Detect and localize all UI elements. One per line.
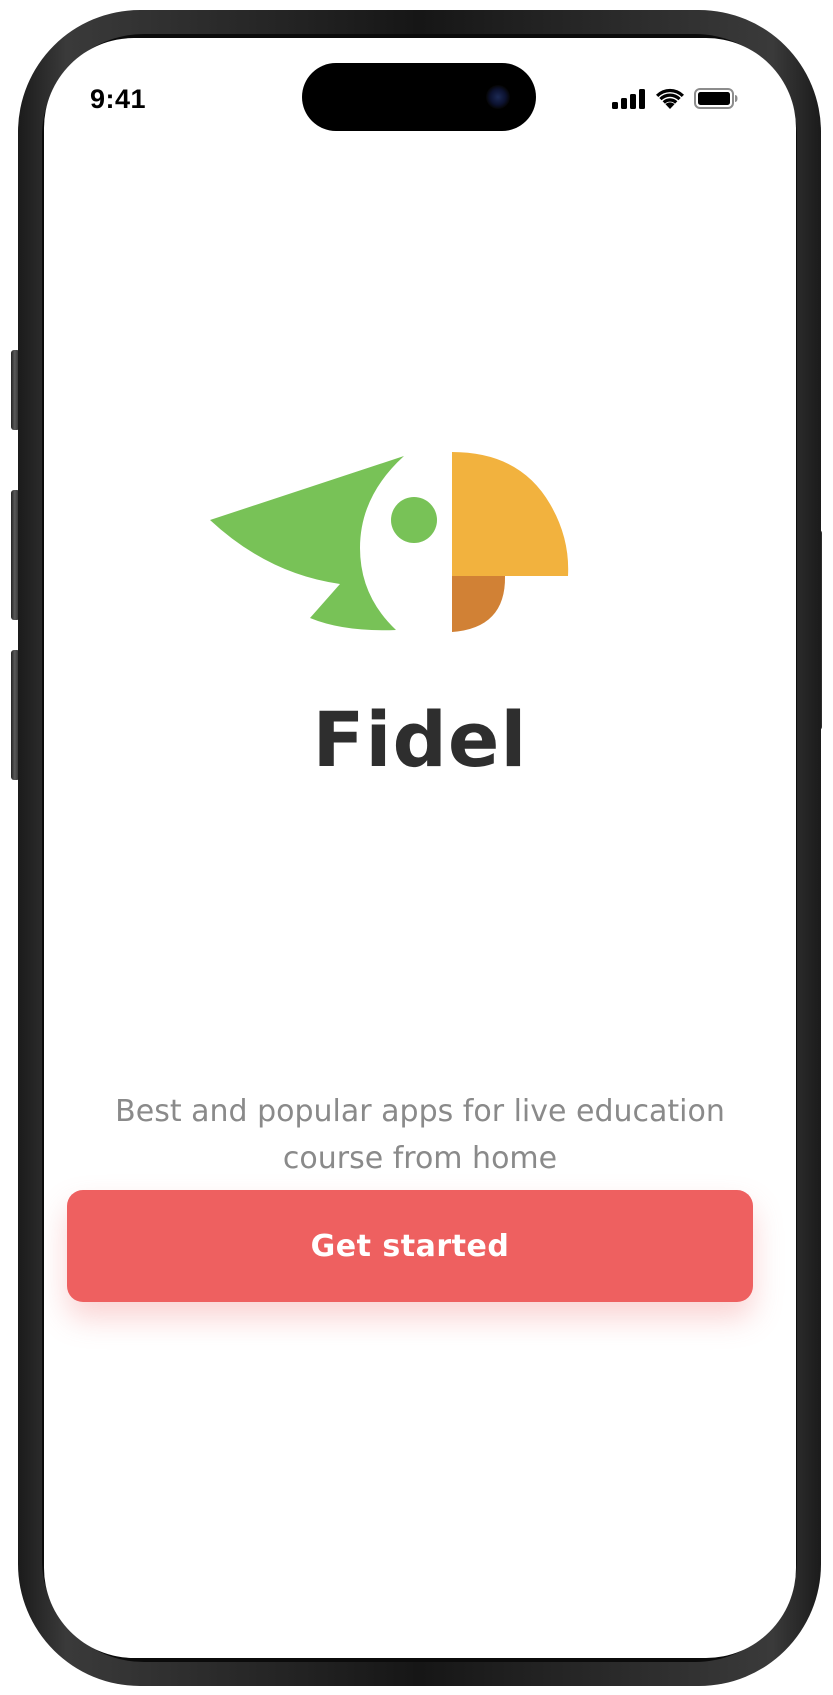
app-tagline: Best and popular apps for live education… (84, 1088, 756, 1182)
get-started-button[interactable]: Get started (67, 1190, 753, 1302)
battery-icon (694, 88, 738, 109)
parrot-logo-icon (210, 452, 569, 632)
cellular-signal-icon (612, 88, 645, 109)
status-icons (612, 88, 738, 109)
app-title: Fidel (312, 695, 528, 784)
get-started-label: Get started (310, 1228, 510, 1264)
app-screen: 9:41 Fidel Best and popular apps for liv… (44, 38, 796, 1658)
dynamic-island (302, 63, 536, 131)
front-camera-icon (486, 85, 510, 109)
wifi-icon (656, 88, 684, 109)
tagline-line-2: course from home (282, 1141, 558, 1176)
tagline-line-1: Best and popular apps for live education (115, 1094, 725, 1129)
status-time: 9:41 (90, 84, 147, 114)
